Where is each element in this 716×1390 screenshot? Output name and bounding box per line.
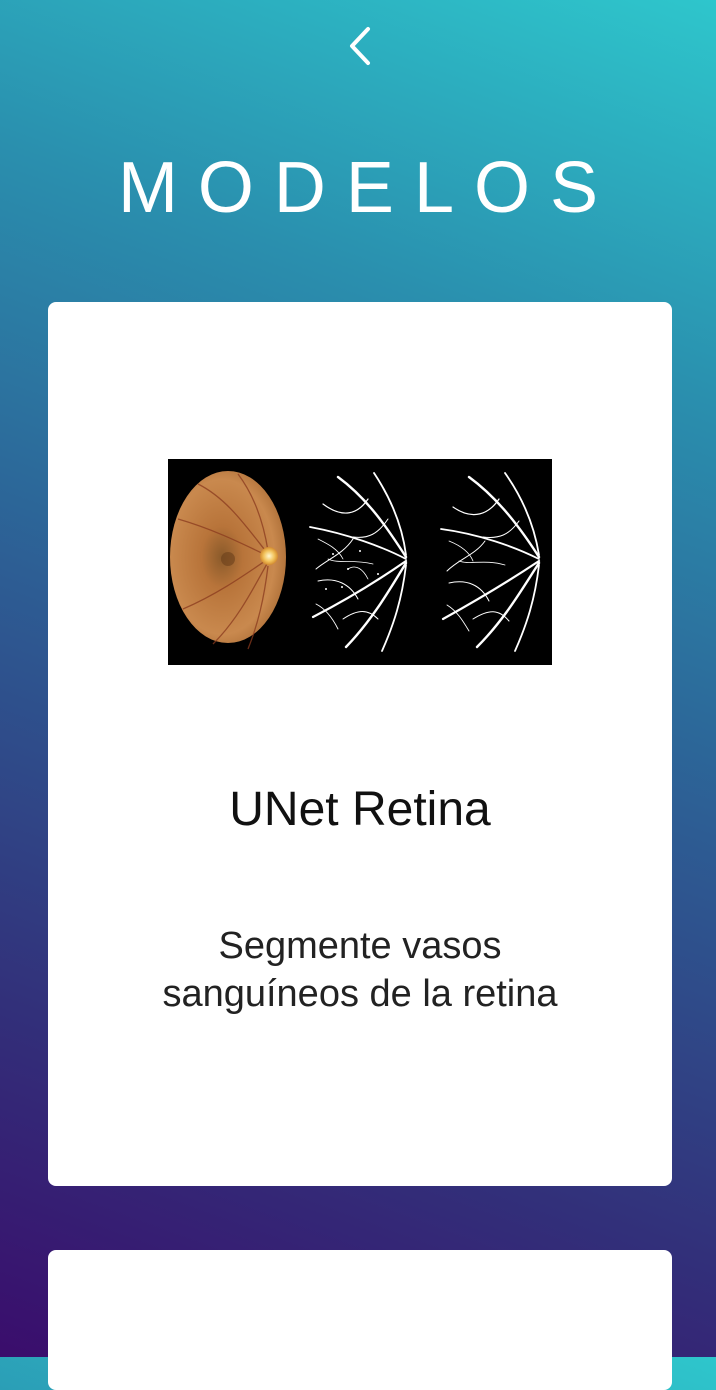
vessel-segmentation-image [298, 459, 422, 665]
model-card-2[interactable] [48, 1250, 672, 1390]
ground-truth-image [427, 459, 552, 665]
back-button[interactable] [330, 18, 390, 74]
model-description: Segmente vasos sanguíneos de la retina [162, 925, 558, 1015]
fundus-photo-image [168, 459, 293, 665]
model-title: UNet Retina [229, 783, 491, 836]
page-title: MODELOS [117, 148, 619, 228]
model-image [168, 459, 552, 665]
chevron-left-icon [347, 25, 373, 67]
model-card-unet-retina[interactable]: UNet Retina Segmente vasos sanguíneos de… [48, 302, 672, 1186]
